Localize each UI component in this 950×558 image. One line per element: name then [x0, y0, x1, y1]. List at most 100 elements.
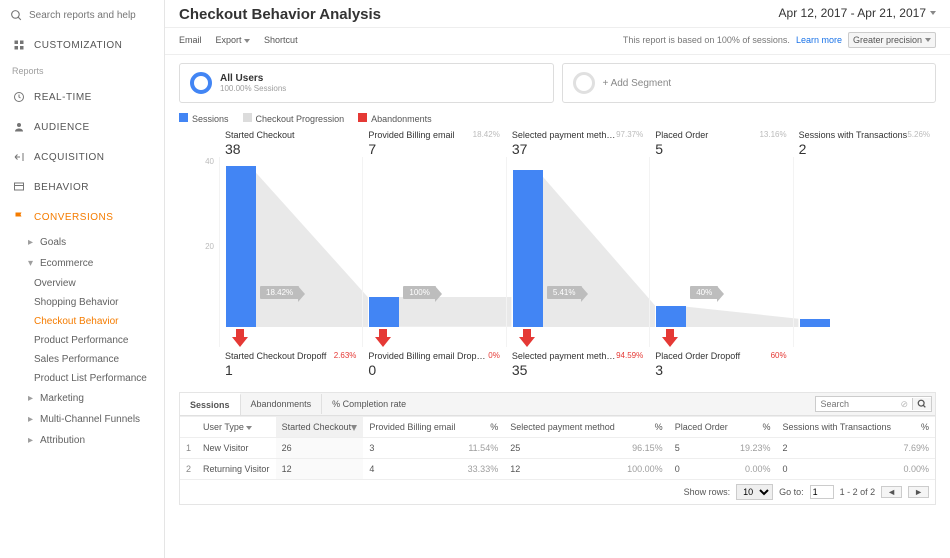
- table-row[interactable]: 2Returning Visitor12433.33%12100.00%00.0…: [180, 459, 935, 480]
- tab-abandonments[interactable]: Abandonments: [241, 394, 323, 414]
- legend-sessions: Sessions: [179, 113, 229, 124]
- subnav-label: Attribution: [40, 435, 85, 446]
- sidebar: CUSTOMIZATION Reports REAL-TIME AUDIENCE…: [0, 0, 165, 558]
- th-started-checkout[interactable]: Started Checkout: [276, 417, 364, 438]
- toolbar-email[interactable]: Email: [179, 35, 202, 45]
- flow-pct-badge: 5.41%: [547, 286, 582, 299]
- sidebar-search[interactable]: [0, 0, 164, 30]
- chevron-down-icon: ▾: [28, 258, 36, 269]
- subnav-shopping-behavior[interactable]: Shopping Behavior: [0, 293, 164, 312]
- subnav-label: Marketing: [40, 393, 84, 404]
- nav-customization-label: CUSTOMIZATION: [34, 40, 122, 51]
- flag-icon: [12, 210, 26, 224]
- subnav-sales-performance[interactable]: Sales Performance: [0, 350, 164, 369]
- flow-pct-badge: 40%: [690, 286, 718, 299]
- subnav-goals[interactable]: ▸ Goals: [0, 232, 164, 253]
- chevron-right-icon: ▸: [28, 435, 36, 446]
- rows-select[interactable]: 10: [736, 484, 773, 500]
- subnav-mcf[interactable]: ▸ Multi-Channel Funnels: [0, 409, 164, 430]
- dropoff-arrow-icon: [662, 329, 678, 347]
- dropoff-arrow-icon: [375, 329, 391, 347]
- data-table: Sessions Abandonments % Completion rate …: [179, 392, 936, 505]
- funnel-chart-column: 5.41%: [506, 157, 649, 347]
- th-payment[interactable]: Selected payment method: [504, 417, 621, 438]
- reports-section-label: Reports: [0, 60, 164, 82]
- add-segment-button[interactable]: + Add Segment: [562, 63, 937, 103]
- show-rows-label: Show rows:: [684, 487, 731, 497]
- dropoff-arrow-icon: [519, 329, 535, 347]
- subnav-marketing[interactable]: ▸Marketing: [0, 388, 164, 409]
- subnav-label: Goals: [40, 237, 66, 248]
- main: Checkout Behavior Analysis Apr 12, 2017 …: [165, 0, 950, 558]
- legend-progression: Checkout Progression: [243, 113, 345, 124]
- nav-customization[interactable]: CUSTOMIZATION: [0, 30, 164, 60]
- funnel-chart-column: [793, 157, 936, 347]
- th-billing[interactable]: Provided Billing email: [363, 417, 461, 438]
- date-range-picker[interactable]: Apr 12, 2017 - Apr 21, 2017: [779, 6, 936, 20]
- subnav-attribution[interactable]: ▸ Attribution: [0, 430, 164, 451]
- th-pct[interactable]: %: [897, 417, 935, 438]
- nav-label: ACQUISITION: [34, 152, 105, 163]
- th-pct[interactable]: %: [621, 417, 669, 438]
- th-pct[interactable]: %: [734, 417, 777, 438]
- person-icon: [12, 120, 26, 134]
- page-title: Checkout Behavior Analysis: [179, 6, 381, 23]
- tab-completion-rate[interactable]: % Completion rate: [322, 394, 416, 414]
- chevron-right-icon: ▸: [28, 414, 36, 425]
- funnel-step-header: 97.37%Selected payment method37: [506, 130, 649, 157]
- subnav-product-list-performance[interactable]: Product List Performance: [0, 369, 164, 388]
- nav-conversions[interactable]: CONVERSIONS: [0, 202, 164, 232]
- prev-page-button[interactable]: ◄: [881, 486, 902, 498]
- goto-input[interactable]: [810, 485, 834, 499]
- table-search-input[interactable]: [816, 397, 896, 411]
- subnav-ecommerce[interactable]: ▾ Ecommerce: [0, 253, 164, 274]
- search-icon[interactable]: [912, 398, 931, 410]
- chevron-down-icon: [246, 426, 252, 430]
- clear-icon[interactable]: ⊘: [896, 399, 912, 410]
- th-placed-order[interactable]: Placed Order: [669, 417, 734, 438]
- chevron-down-icon: [930, 11, 936, 15]
- flow-pct-badge: 18.42%: [260, 286, 299, 299]
- toolbar-shortcut[interactable]: Shortcut: [264, 35, 298, 45]
- chart-legend: Sessions Checkout Progression Abandonmen…: [179, 107, 936, 130]
- segment-all-users[interactable]: All Users 100.00% Sessions: [179, 63, 554, 103]
- th-pct[interactable]: %: [462, 417, 505, 438]
- next-page-button[interactable]: ►: [908, 486, 929, 498]
- segment-subtitle: 100.00% Sessions: [220, 84, 286, 93]
- legend-abandonments: Abandonments: [358, 113, 432, 124]
- precision-selector[interactable]: Greater precision: [848, 32, 936, 48]
- segment-circle-icon: [190, 72, 212, 94]
- segment-circle-icon: [573, 72, 595, 94]
- subnav-product-performance[interactable]: Product Performance: [0, 331, 164, 350]
- tab-sessions[interactable]: Sessions: [180, 393, 241, 415]
- subnav-label: Ecommerce: [40, 258, 93, 269]
- nav-behavior[interactable]: BEHAVIOR: [0, 172, 164, 202]
- report-note: This report is based on 100% of sessions…: [623, 35, 790, 45]
- flow-pct-badge: 100%: [403, 286, 435, 299]
- chart-bar: [800, 319, 830, 328]
- funnel-step-header: 13.16%Placed Order5: [649, 130, 792, 157]
- table-search[interactable]: ⊘: [815, 396, 932, 412]
- funnel-chart-column: 40%: [649, 157, 792, 347]
- nav-audience[interactable]: AUDIENCE: [0, 112, 164, 142]
- table-row[interactable]: 1New Visitor26311.54%2596.15%519.23%27.6…: [180, 438, 935, 459]
- chevron-down-icon: [244, 39, 250, 43]
- subnav-checkout-behavior[interactable]: Checkout Behavior: [0, 312, 164, 331]
- search-input[interactable]: [29, 10, 154, 21]
- nav-label: BEHAVIOR: [34, 182, 89, 193]
- clock-icon: [12, 90, 26, 104]
- th-transactions[interactable]: Sessions with Transactions: [776, 417, 897, 438]
- nav-realtime[interactable]: REAL-TIME: [0, 82, 164, 112]
- funnel-step-header: 18.42%Provided Billing email7: [362, 130, 505, 157]
- learn-more-link[interactable]: Learn more: [796, 35, 842, 45]
- nav-label: REAL-TIME: [34, 92, 92, 103]
- th-usertype[interactable]: User Type: [197, 417, 276, 438]
- goto-label: Go to:: [779, 487, 804, 497]
- subnav-overview[interactable]: Overview: [0, 274, 164, 293]
- subnav-label: Multi-Channel Funnels: [40, 414, 140, 425]
- date-range-text: Apr 12, 2017 - Apr 21, 2017: [779, 6, 926, 20]
- toolbar-export[interactable]: Export: [216, 35, 251, 45]
- nav-acquisition[interactable]: ACQUISITION: [0, 142, 164, 172]
- funnel-dropoff: 60%Placed Order Dropoff3: [649, 351, 792, 378]
- chevron-right-icon: ▸: [28, 237, 36, 248]
